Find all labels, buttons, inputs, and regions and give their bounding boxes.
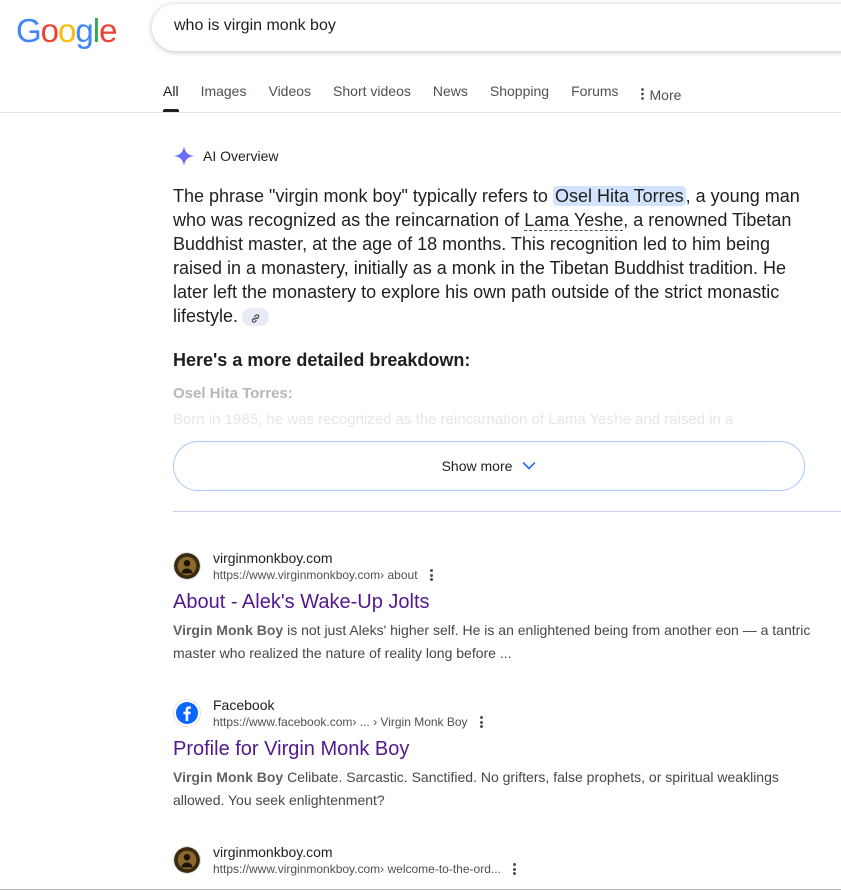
- monk-favicon-icon: [173, 552, 201, 580]
- tab-forums[interactable]: Forums: [571, 78, 618, 112]
- result-source[interactable]: virginmonkboy.com https://www.virginmonk…: [173, 843, 833, 877]
- header-divider: [0, 112, 841, 113]
- more-vert-icon: [640, 82, 644, 108]
- result-url-base: https://www.virginmonkboy.com: [213, 862, 381, 876]
- tab-more-label: More: [649, 87, 682, 103]
- result-url: https://www.virginmonkboy.com › welcome-…: [213, 861, 516, 877]
- logo-letter: e: [99, 12, 117, 49]
- monk-favicon-icon: [173, 846, 201, 874]
- search-result: Facebook https://www.facebook.com › ... …: [173, 696, 833, 812]
- more-options-icon[interactable]: [479, 716, 483, 728]
- show-more-button[interactable]: Show more: [173, 441, 805, 491]
- more-options-icon[interactable]: [429, 569, 433, 581]
- search-result: virginmonkboy.com https://www.virginmonk…: [173, 843, 833, 877]
- result-url: https://www.facebook.com › ... › Virgin …: [213, 714, 483, 730]
- show-more-label: Show more: [441, 458, 513, 474]
- snippet-bold: Virgin Monk Boy: [173, 769, 284, 785]
- search-tabs: All Images Videos Short videos News Shop…: [163, 78, 703, 112]
- logo-letter: o: [58, 12, 76, 49]
- result-site-name: virginmonkboy.com: [213, 550, 333, 566]
- gemini-sparkle-icon: [173, 145, 195, 167]
- logo-letter: G: [16, 12, 42, 49]
- tab-shopping[interactable]: Shopping: [490, 78, 549, 112]
- tab-images[interactable]: Images: [201, 78, 247, 112]
- tab-more[interactable]: More: [640, 78, 682, 112]
- bottom-edge: [0, 889, 841, 890]
- result-site-name: virginmonkboy.com: [213, 844, 333, 860]
- faded-preview-text: Born in 1985, he was recognized as the r…: [173, 411, 734, 428]
- result-url: https://www.virginmonkboy.com › about: [213, 567, 433, 583]
- more-options-icon[interactable]: [512, 863, 516, 875]
- ai-overview-label: AI Overview: [203, 148, 279, 164]
- result-title-link[interactable]: Profile for Virgin Monk Boy: [173, 736, 833, 762]
- ai-overview-text: The phrase "virgin monk boy" typically r…: [173, 184, 813, 328]
- result-url-base: https://www.virginmonkboy.com: [213, 568, 381, 582]
- search-input[interactable]: [174, 17, 774, 35]
- breakdown-subheading: Osel Hita Torres:: [173, 385, 293, 402]
- tab-videos[interactable]: Videos: [268, 78, 311, 112]
- result-url-base: https://www.facebook.com: [213, 715, 353, 729]
- ai-text-part: The phrase "virgin monk boy" typically r…: [173, 186, 553, 206]
- tab-news[interactable]: News: [433, 78, 468, 112]
- google-logo[interactable]: Google: [16, 12, 117, 50]
- snippet-bold: Virgin Monk Boy: [173, 622, 284, 638]
- chevron-down-icon: [523, 462, 536, 470]
- highlighted-entity[interactable]: Osel Hita Torres: [552, 186, 686, 206]
- tab-short-videos[interactable]: Short videos: [333, 78, 411, 112]
- result-snippet: Virgin Monk Boy Celibate. Sarcastic. San…: [173, 766, 823, 812]
- link-icon: [251, 314, 260, 323]
- result-url-path: › ... › Virgin Monk Boy: [352, 715, 468, 729]
- result-url-path: › about: [380, 568, 418, 582]
- ai-overview-divider: [173, 511, 841, 512]
- result-title-link[interactable]: About - Alek's Wake-Up Jolts: [173, 589, 833, 615]
- entity-link-lama-yeshe[interactable]: Lama Yeshe: [524, 210, 624, 231]
- result-source[interactable]: virginmonkboy.com https://www.virginmonk…: [173, 549, 833, 583]
- breakdown-heading: Here's a more detailed breakdown:: [173, 350, 471, 370]
- search-box[interactable]: [152, 4, 841, 51]
- result-snippet: Virgin Monk Boy is not just Aleks' highe…: [173, 619, 823, 665]
- result-site-name: Facebook: [213, 697, 275, 713]
- ai-overview-header: AI Overview: [173, 145, 278, 167]
- result-source[interactable]: Facebook https://www.facebook.com › ... …: [173, 696, 833, 730]
- result-url-path: › welcome-to-the-ord...: [380, 862, 501, 876]
- search-result: virginmonkboy.com https://www.virginmonk…: [173, 549, 833, 665]
- facebook-icon: [173, 699, 201, 727]
- source-link-chip[interactable]: [242, 308, 270, 327]
- logo-letter: o: [40, 12, 59, 49]
- tab-all[interactable]: All: [163, 78, 179, 112]
- logo-letter: g: [75, 12, 93, 49]
